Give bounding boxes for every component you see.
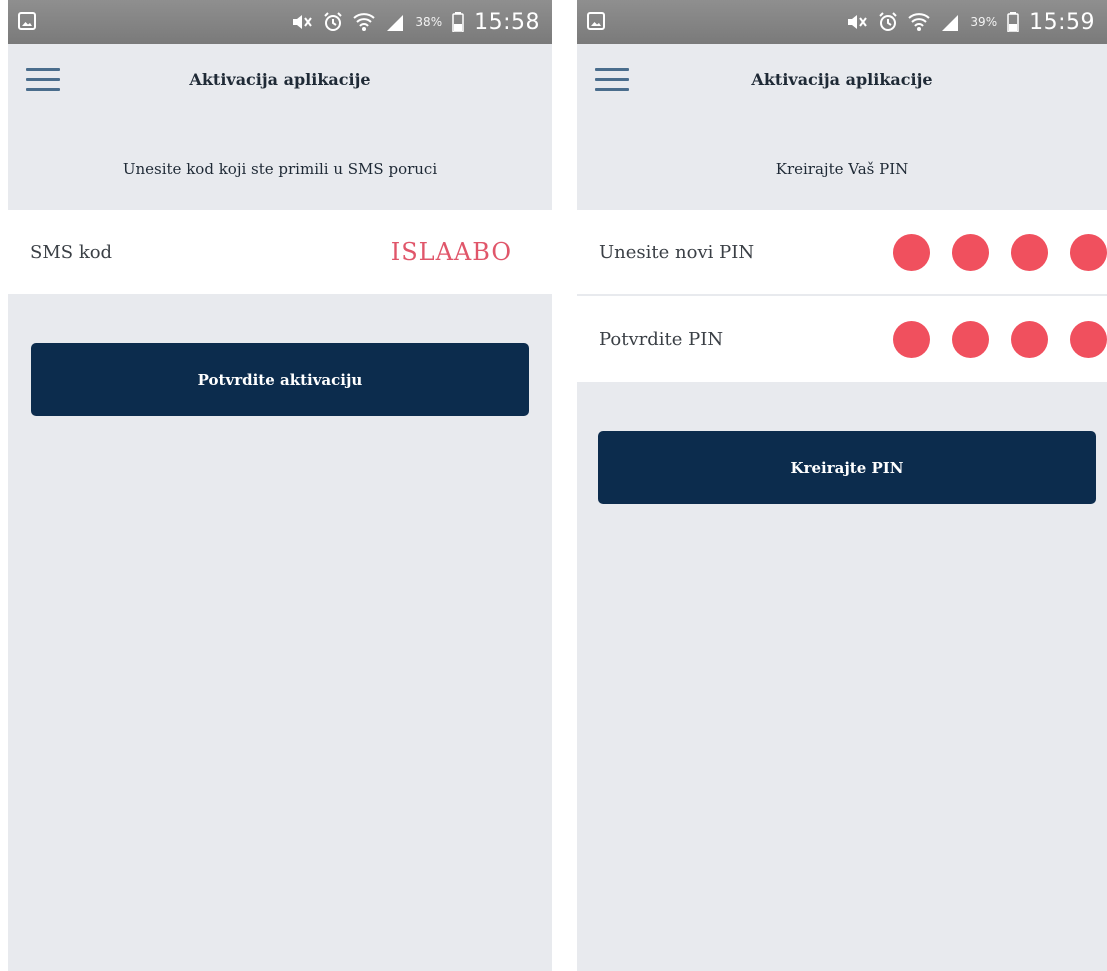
signal-icon: [385, 13, 405, 31]
pin-dot: [1070, 233, 1107, 271]
mute-icon: [846, 13, 868, 31]
clock: 15:59: [1029, 9, 1095, 35]
create-pin-screen: 39% 15:59 Aktivacija aplikacije Kreirajt…: [577, 0, 1107, 971]
app-header: Aktivacija aplikacije: [577, 44, 1107, 120]
alarm-icon: [323, 12, 343, 32]
status-bar: 38% 15:58: [8, 0, 552, 44]
confirm-pin-row[interactable]: Potvrdite PIN: [577, 296, 1107, 382]
pin-dot: [893, 320, 930, 358]
signal-icon: [940, 13, 960, 31]
battery-icon: [452, 12, 464, 32]
instruction-text: Unesite kod koji ste primili u SMS poruc…: [122, 160, 438, 178]
sms-code-row[interactable]: SMS kod ISLAABO: [8, 210, 552, 294]
gallery-icon: [18, 12, 36, 30]
pin-dot: [952, 233, 989, 271]
new-pin-row[interactable]: Unesite novi PIN: [577, 210, 1107, 294]
sms-code-input[interactable]: ISLAABO: [391, 210, 512, 294]
battery-percent: 38%: [415, 15, 443, 29]
clock: 15:58: [474, 9, 540, 35]
page-title: Aktivacija aplikacije: [751, 70, 933, 89]
mute-icon: [291, 13, 313, 31]
gallery-icon: [587, 12, 605, 30]
pin-dot: [1011, 320, 1048, 358]
pin-dot: [893, 233, 930, 271]
new-pin-input[interactable]: [893, 210, 1107, 294]
wifi-icon: [353, 12, 376, 32]
create-pin-button[interactable]: Kreirajte PIN: [598, 431, 1096, 504]
new-pin-label: Unesite novi PIN: [599, 241, 755, 263]
status-icons: 39% 15:59: [846, 0, 1095, 44]
pin-dot: [1011, 233, 1048, 271]
confirm-activation-button[interactable]: Potvrdite aktivaciju: [31, 343, 529, 416]
confirm-pin-input[interactable]: [893, 296, 1107, 382]
instruction-text: Kreirajte Vaš PIN: [775, 160, 909, 178]
pin-dot: [1070, 320, 1107, 358]
pin-dot: [952, 320, 989, 358]
page-title: Aktivacija aplikacije: [189, 70, 371, 89]
screenshot-stage: 38% 15:58 Aktivacija aplikacije Unesite …: [0, 0, 1107, 971]
status-icons: 38% 15:58: [291, 0, 540, 44]
sms-code-label: SMS kod: [30, 241, 113, 263]
battery-percent: 39%: [970, 15, 998, 29]
app-header: Aktivacija aplikacije: [8, 44, 552, 120]
activation-screen: 38% 15:58 Aktivacija aplikacije Unesite …: [8, 0, 552, 971]
battery-icon: [1007, 12, 1019, 32]
confirm-pin-label: Potvrdite PIN: [599, 328, 724, 350]
status-bar: 39% 15:59: [577, 0, 1107, 44]
alarm-icon: [878, 12, 898, 32]
wifi-icon: [908, 12, 931, 32]
